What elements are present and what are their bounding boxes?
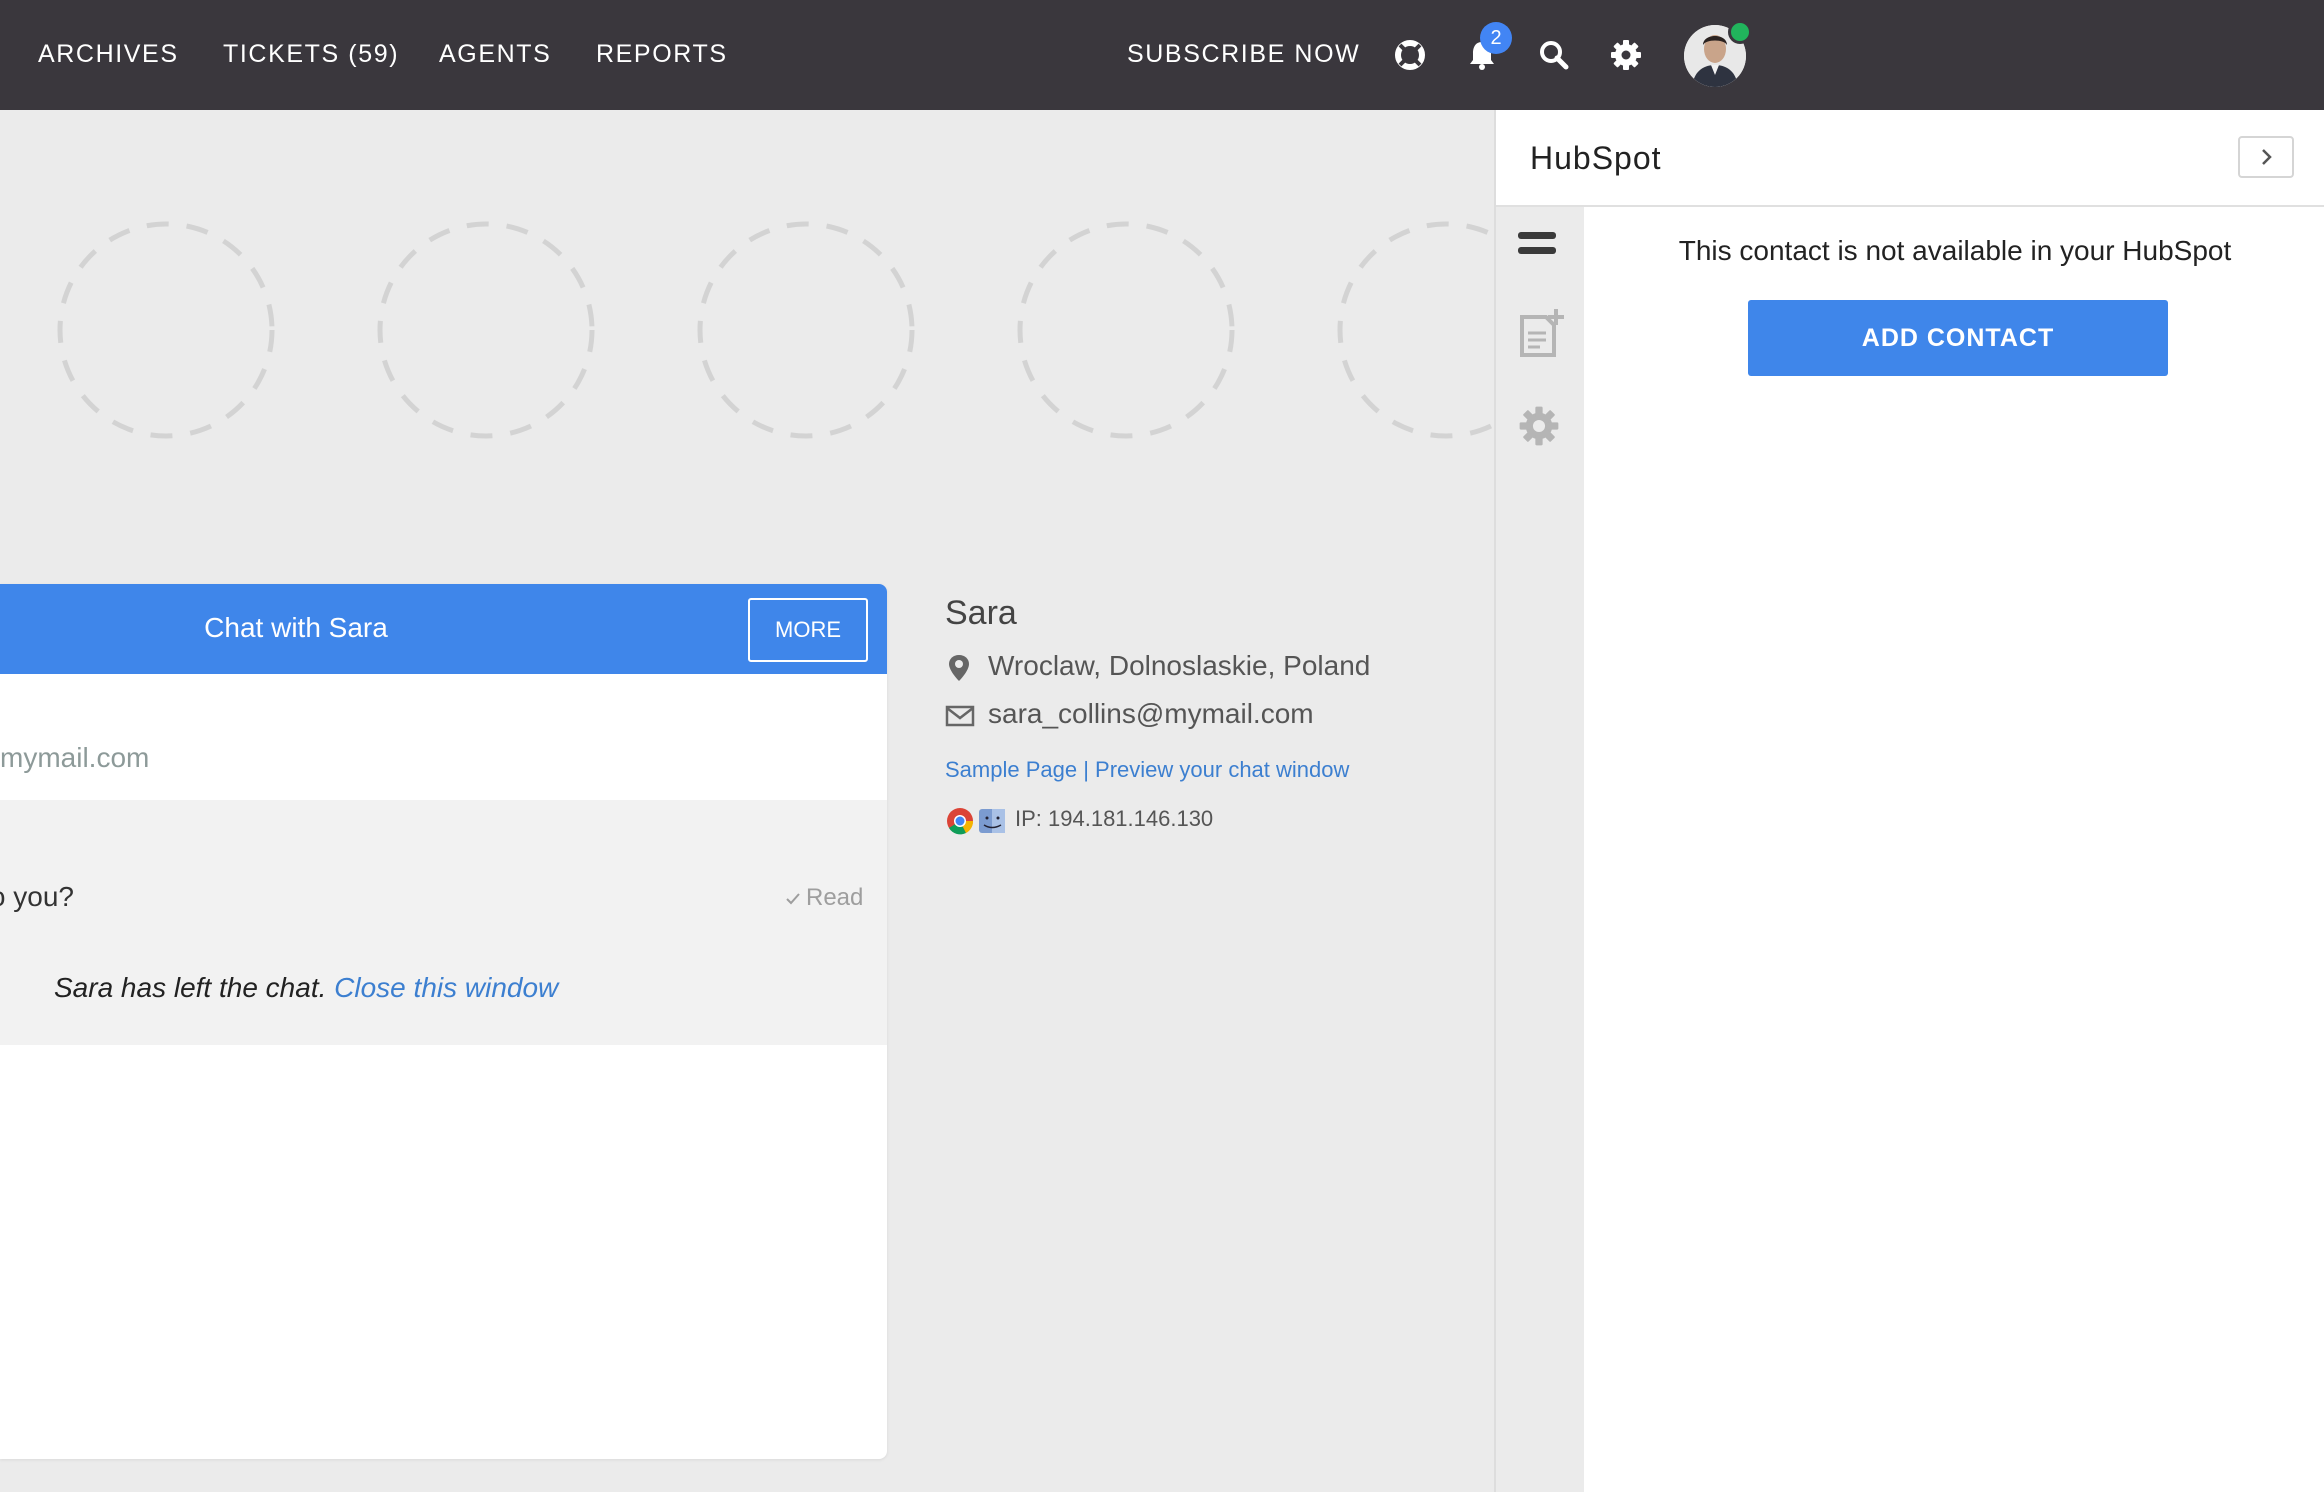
visitor-left-text: Sara has left the chat. bbox=[54, 972, 327, 1003]
settings-gear-icon[interactable] bbox=[1516, 403, 1562, 454]
read-receipt: Read bbox=[784, 884, 863, 912]
subscribe-now-link[interactable]: SUBSCRIBE NOW bbox=[1127, 40, 1360, 69]
chat-window: Chat with Sara MORE mymail.com o you? Re… bbox=[0, 584, 887, 1459]
visitor-page-links: Sample Page | Preview your chat window bbox=[945, 757, 1349, 783]
hubspot-panel: HubSpot This contact is not available in… bbox=[1494, 110, 2324, 1492]
agent-placeholder-circle bbox=[1337, 221, 1555, 439]
gear-icon[interactable] bbox=[1607, 36, 1645, 74]
add-contact-button[interactable]: ADD CONTACT bbox=[1748, 300, 2168, 376]
agent-message-fragment: o you? bbox=[0, 881, 74, 912]
top-navigation-bar: ARCHIVES TICKETS (59) AGENTS REPORTS SUB… bbox=[0, 0, 2324, 110]
collapse-panel-button[interactable] bbox=[2238, 136, 2294, 178]
envelope-icon bbox=[945, 705, 975, 727]
hubspot-sidebar bbox=[1496, 207, 1584, 1492]
visitor-ip: IP: 194.181.146.130 bbox=[1015, 806, 1214, 831]
chevron-right-icon bbox=[2262, 149, 2272, 165]
menu-icon[interactable] bbox=[1518, 229, 1558, 264]
visitor-left-notice: Sara has left the chat. Close this windo… bbox=[54, 972, 558, 1004]
contact-unavailable-message: This contact is not available in your Hu… bbox=[1678, 235, 2232, 266]
hubspot-header: HubSpot bbox=[1496, 110, 2324, 207]
close-window-link[interactable]: Close this window bbox=[334, 972, 558, 1003]
agent-placeholder-circle bbox=[1017, 221, 1235, 439]
nav-archives[interactable]: ARCHIVES bbox=[38, 40, 179, 69]
checkmark-icon bbox=[786, 892, 800, 905]
nav-reports[interactable]: REPORTS bbox=[596, 40, 728, 69]
agent-placeholder-circle bbox=[57, 221, 275, 439]
visitor-ip-row: IP: 194.181.146.130 bbox=[945, 806, 1245, 836]
chat-header: Chat with Sara MORE bbox=[0, 584, 887, 674]
notification-count-badge: 2 bbox=[1480, 22, 1512, 54]
location-pin-icon bbox=[949, 655, 969, 681]
visitor-location-row: Wroclaw, Dolnoslaskie, Poland bbox=[945, 650, 1405, 686]
nav-agents[interactable]: AGENTS bbox=[439, 40, 551, 69]
agent-placeholder-circle bbox=[697, 221, 915, 439]
visitor-email-fragment: mymail.com bbox=[0, 742, 150, 773]
preview-chat-window-link[interactable]: Preview your chat window bbox=[1095, 757, 1349, 782]
message-area bbox=[0, 800, 887, 1045]
link-separator: | bbox=[1077, 757, 1096, 782]
hubspot-title: HubSpot bbox=[1530, 140, 1662, 176]
macos-finder-icon bbox=[979, 809, 1005, 833]
more-button[interactable]: MORE bbox=[748, 598, 868, 662]
sample-page-link[interactable]: Sample Page bbox=[945, 757, 1077, 782]
agent-placeholder-row bbox=[0, 110, 1555, 510]
visitor-email[interactable]: sara_collins@mymail.com bbox=[988, 698, 1314, 730]
chrome-icon bbox=[947, 808, 974, 835]
visitor-location: Wroclaw, Dolnoslaskie, Poland bbox=[988, 650, 1371, 681]
online-status-dot bbox=[1728, 20, 1752, 44]
read-label: Read bbox=[806, 884, 864, 911]
nav-tickets[interactable]: TICKETS (59) bbox=[223, 40, 399, 69]
visitor-name: Sara bbox=[945, 594, 1017, 632]
add-note-icon[interactable] bbox=[1518, 307, 1568, 364]
agent-placeholder-circle bbox=[377, 221, 595, 439]
lifebuoy-icon[interactable] bbox=[1391, 36, 1429, 74]
visitor-email-row: sara_collins@mymail.com bbox=[945, 698, 1405, 734]
search-icon[interactable] bbox=[1535, 36, 1573, 74]
chat-title: Chat with Sara bbox=[204, 612, 388, 643]
